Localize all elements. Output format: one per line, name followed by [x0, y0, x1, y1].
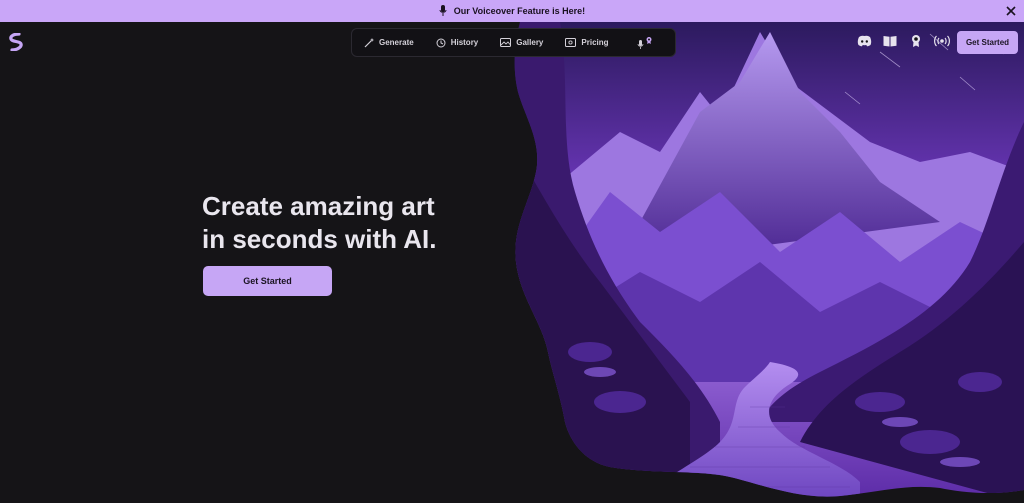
nav-item-gallery[interactable]: Gallery — [500, 38, 543, 47]
header-icon-group — [856, 34, 950, 48]
image-gallery-icon — [500, 38, 512, 47]
hero-landscape-artwork — [514, 22, 1024, 497]
pricing-card-icon — [565, 38, 577, 47]
nav-item-generate[interactable]: Generate — [364, 37, 414, 48]
logo-mark-icon[interactable] — [8, 32, 24, 52]
microphone-badge-icon[interactable] — [637, 36, 653, 50]
close-icon[interactable] — [1004, 3, 1018, 19]
nav-item-label: Generate — [379, 38, 414, 47]
main-navigation: Generate History Gallery Pricing — [351, 28, 676, 57]
hero-headline: Create amazing art in seconds with AI. — [202, 190, 502, 256]
announcement-text: Our Voiceover Feature is Here! — [453, 6, 586, 16]
nav-item-history[interactable]: History — [436, 38, 479, 48]
broadcast-icon[interactable] — [934, 34, 950, 48]
nav-item-label: Pricing — [581, 38, 609, 47]
history-clock-icon — [436, 38, 446, 48]
award-icon[interactable] — [908, 34, 924, 48]
magic-wand-icon — [364, 37, 374, 48]
announcement-banner[interactable]: Our Voiceover Feature is Here! — [0, 0, 1024, 22]
discord-icon[interactable] — [856, 34, 872, 48]
nav-item-label: Gallery — [516, 38, 544, 47]
hero-get-started-button[interactable]: Get Started — [203, 266, 332, 296]
nav-item-pricing[interactable]: Pricing — [565, 38, 609, 47]
microphone-icon — [439, 5, 447, 17]
header-get-started-button[interactable]: Get Started — [957, 31, 1018, 54]
book-icon[interactable] — [882, 34, 898, 48]
hero-headline-line-1: Create amazing art — [202, 191, 435, 221]
hero-headline-line-2: in seconds with AI. — [202, 224, 437, 254]
nav-item-label: History — [450, 38, 479, 47]
